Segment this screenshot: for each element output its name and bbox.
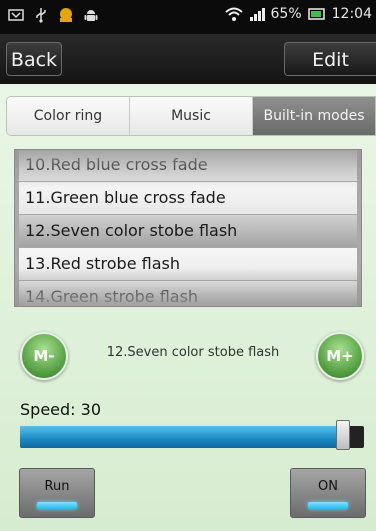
battery-icon (307, 8, 325, 20)
mode-list-item[interactable]: 10.Red blue cross fade (19, 150, 357, 181)
speed-slider-thumb[interactable] (336, 420, 350, 450)
run-button[interactable]: Run (19, 468, 95, 518)
tab-color-ring[interactable]: Color ring (7, 97, 130, 135)
main-panel: Color ring Music Built-in modes 10.Red b… (0, 84, 376, 531)
current-mode-label: 12.Seven color stobe flash (106, 345, 280, 360)
warning-icon (60, 8, 72, 22)
previous-mode-button[interactable]: M- (20, 332, 68, 380)
status-bar: 65% 12:04 (0, 0, 376, 34)
wifi-icon (224, 7, 243, 21)
mode-list-item[interactable]: 11.Green blue cross fade (19, 182, 357, 214)
speed-label: Speed: 30 (20, 400, 101, 419)
tab-bar: Color ring Music Built-in modes (6, 96, 376, 136)
mode-list-item[interactable]: 14.Green strobe flash (19, 281, 357, 306)
mode-list-item[interactable]: 13.Red strobe flash (19, 248, 357, 280)
run-label: Run (44, 479, 70, 494)
tab-music[interactable]: Music (130, 97, 253, 135)
next-mode-button[interactable]: M+ (316, 332, 364, 380)
on-label: ON (318, 479, 338, 494)
mode-list-item-selected[interactable]: 12.Seven color stobe flash (19, 215, 357, 247)
signal-icon (249, 8, 265, 21)
clock: 12:04 (331, 6, 372, 22)
run-indicator-light (37, 502, 77, 509)
top-bar: Back Edit mode (0, 34, 376, 105)
on-button[interactable]: ON (290, 468, 366, 518)
back-button[interactable]: Back (6, 42, 62, 76)
notification-icon (8, 9, 24, 21)
battery-percent: 65% (270, 6, 302, 22)
speed-slider-fill (20, 426, 343, 448)
usb-icon (36, 8, 46, 23)
mode-list[interactable]: 10.Red blue cross fade 11.Green blue cro… (14, 149, 362, 307)
android-icon (84, 10, 98, 21)
speed-slider[interactable] (20, 426, 364, 448)
notification-icons (8, 7, 99, 23)
edit-mode-button[interactable]: Edit mode (284, 42, 376, 105)
on-indicator-light (308, 502, 348, 509)
tab-built-in-modes[interactable]: Built-in modes (253, 97, 375, 135)
